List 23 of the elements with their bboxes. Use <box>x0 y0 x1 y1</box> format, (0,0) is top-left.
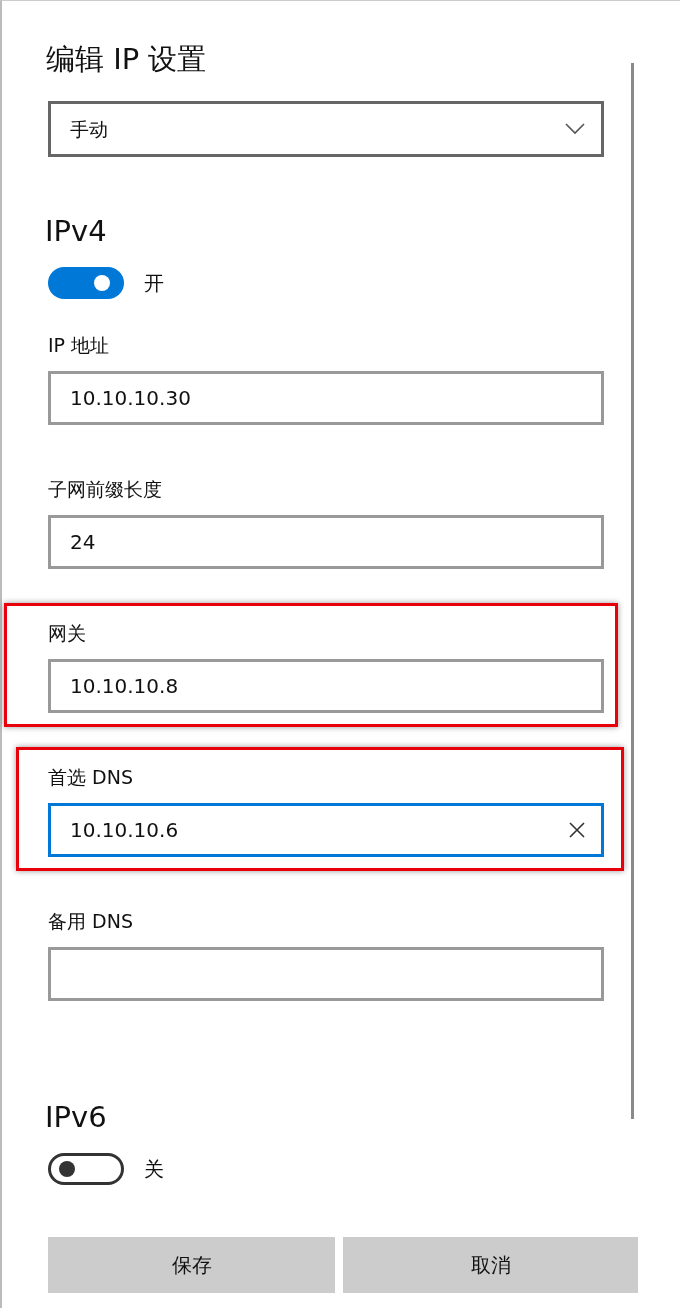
input-field[interactable]: 10.10.10.30 <box>48 371 604 425</box>
toggle-label: 开 <box>144 270 164 297</box>
field-label: 首选 DNS <box>48 765 134 789</box>
toggle-switch[interactable] <box>48 267 124 299</box>
save-button[interactable]: 保存 <box>48 1237 335 1293</box>
input-field[interactable]: 24 <box>48 515 604 569</box>
field-label: IP 地址 <box>48 333 111 357</box>
field-label: 备用 DNS <box>48 909 134 933</box>
scrollbar[interactable] <box>631 63 634 1119</box>
mode-dropdown[interactable]: 手动 <box>48 101 604 157</box>
field-label: 子网前缀长度 <box>48 477 163 501</box>
cancel-button[interactable]: 取消 <box>343 1237 638 1293</box>
chevron-down-icon <box>565 123 585 135</box>
dialog-title: 编辑 IP 设置 <box>46 41 208 78</box>
clear-icon[interactable] <box>569 822 585 838</box>
field-label: 网关 <box>48 621 87 645</box>
input-field[interactable]: 10.10.10.8 <box>48 659 604 713</box>
section-heading: IPv6 <box>45 1099 108 1135</box>
input-field[interactable]: 10.10.10.6 <box>48 803 604 857</box>
toggle-label: 关 <box>144 1156 164 1183</box>
toggle-switch[interactable] <box>48 1153 124 1185</box>
input-field[interactable] <box>48 947 604 1001</box>
section-heading: IPv4 <box>45 213 108 249</box>
